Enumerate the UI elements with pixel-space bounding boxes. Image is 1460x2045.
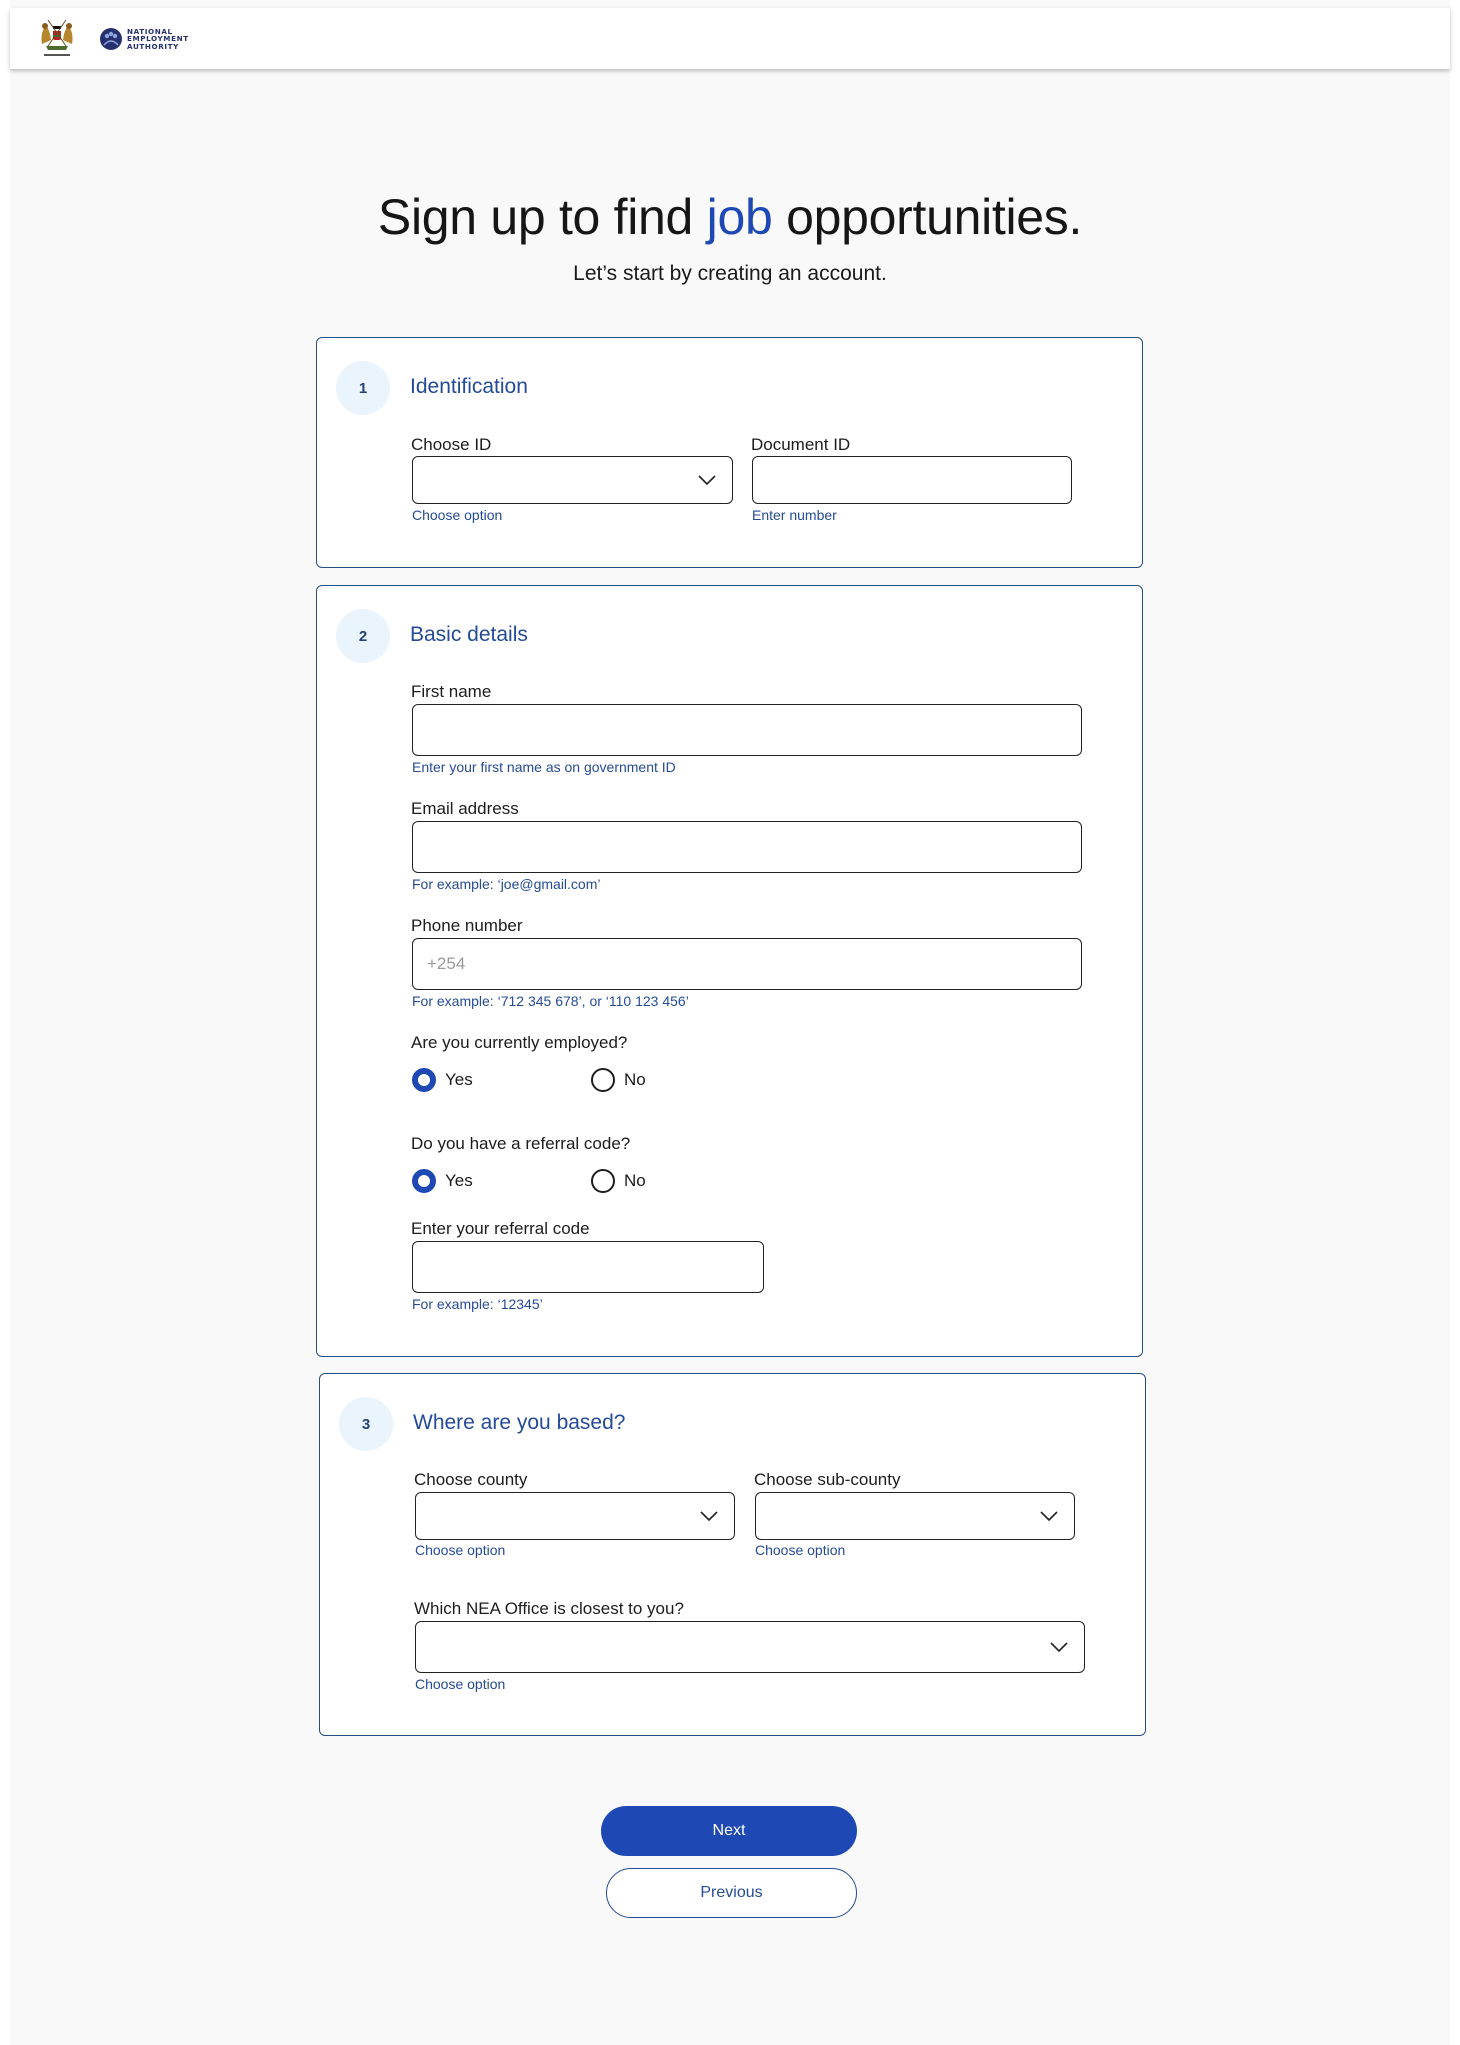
county-label: Choose county (414, 1470, 528, 1489)
choose-id-hint: Choose option (412, 507, 503, 523)
step-number-badge: 3 (339, 1397, 393, 1451)
next-button[interactable]: Next (601, 1806, 857, 1856)
referral-code-hint: For example: ‘12345’ (412, 1296, 543, 1312)
radio-label: Yes (445, 1070, 473, 1089)
phone-hint: For example: ‘712 345 678’, or ‘110 123 … (412, 993, 689, 1009)
section-title: Where are you based? (413, 1411, 626, 1434)
chevron-down-icon (700, 1511, 718, 1521)
referral-no-radio[interactable]: No (591, 1169, 646, 1193)
email-label: Email address (411, 799, 519, 818)
title-text: Sign up to find (377, 189, 707, 245)
basic-details-section: 2 Basic details First name Enter your fi… (316, 585, 1143, 1357)
nea-globe-icon (100, 28, 122, 50)
page-subtitle: Let’s start by creating an account. (573, 262, 887, 285)
step-number-badge: 2 (336, 609, 390, 663)
phone-field (412, 938, 1082, 990)
nea-logo: NATIONAL EMPLOYMENT AUTHORITY (99, 22, 199, 56)
radio-label: No (624, 1171, 646, 1190)
section-title: Identification (410, 375, 528, 398)
first-name-input[interactable] (413, 705, 1081, 755)
choose-id-select[interactable] (412, 456, 733, 504)
employed-yes-radio[interactable]: Yes (412, 1068, 473, 1092)
radio-label: No (624, 1070, 646, 1089)
previous-button[interactable]: Previous (606, 1868, 857, 1918)
chevron-down-icon (698, 475, 716, 485)
title-text: opportunities. (772, 189, 1083, 245)
nea-wordmark-line: AUTHORITY (127, 41, 179, 51)
radio-label: Yes (445, 1171, 473, 1190)
email-input[interactable] (413, 822, 1081, 872)
referral-code-field (412, 1241, 764, 1293)
document-id-field (752, 456, 1072, 504)
radio-selected-icon (412, 1068, 436, 1092)
section-title: Basic details (410, 623, 528, 646)
nea-office-select[interactable] (415, 1621, 1085, 1673)
chevron-down-icon (1040, 1511, 1058, 1521)
first-name-label: First name (411, 682, 492, 701)
county-select[interactable] (415, 1492, 735, 1540)
radio-unselected-icon (591, 1169, 615, 1193)
nea-office-label: Which NEA Office is closest to you? (414, 1599, 684, 1618)
employed-no-radio[interactable]: No (591, 1068, 646, 1092)
referral-question: Do you have a referral code? (411, 1134, 631, 1153)
document-id-hint: Enter number (752, 507, 837, 523)
referral-code-label: Enter your referral code (411, 1219, 590, 1238)
nea-wordmark: NATIONAL EMPLOYMENT AUTHORITY (127, 27, 189, 51)
identification-section: 1 Identification Choose ID Choose option… (316, 337, 1143, 568)
email-field (412, 821, 1082, 873)
phone-label: Phone number (411, 916, 523, 935)
title-accent-text: job (706, 189, 773, 245)
document-id-label: Document ID (751, 435, 851, 454)
header-bar: NATIONAL EMPLOYMENT AUTHORITY (10, 8, 1450, 69)
sub-county-label: Choose sub-county (754, 1470, 901, 1489)
kenya-coat-of-arms-logo (41, 19, 73, 56)
chevron-down-icon (1050, 1642, 1068, 1652)
document-id-input[interactable] (753, 457, 1071, 503)
radio-selected-icon (412, 1169, 436, 1193)
referral-yes-radio[interactable]: Yes (412, 1169, 473, 1193)
referral-code-input[interactable] (413, 1242, 763, 1292)
choose-id-label: Choose ID (411, 435, 492, 454)
email-hint: For example: ‘joe@gmail.com’ (412, 876, 601, 892)
first-name-hint: Enter your first name as on government I… (412, 759, 676, 775)
county-hint: Choose option (415, 1542, 506, 1558)
sub-county-hint: Choose option (755, 1542, 846, 1558)
first-name-field (412, 704, 1082, 756)
radio-unselected-icon (591, 1068, 615, 1092)
sub-county-select[interactable] (755, 1492, 1075, 1540)
nea-office-hint: Choose option (415, 1676, 506, 1692)
location-section: 3 Where are you based? Choose county Cho… (319, 1373, 1146, 1736)
page-title: Sign up to find job opportunities. (0, 188, 1460, 246)
phone-input[interactable] (413, 939, 1081, 989)
step-number-badge: 1 (336, 361, 390, 415)
employed-question: Are you currently employed? (411, 1033, 628, 1052)
